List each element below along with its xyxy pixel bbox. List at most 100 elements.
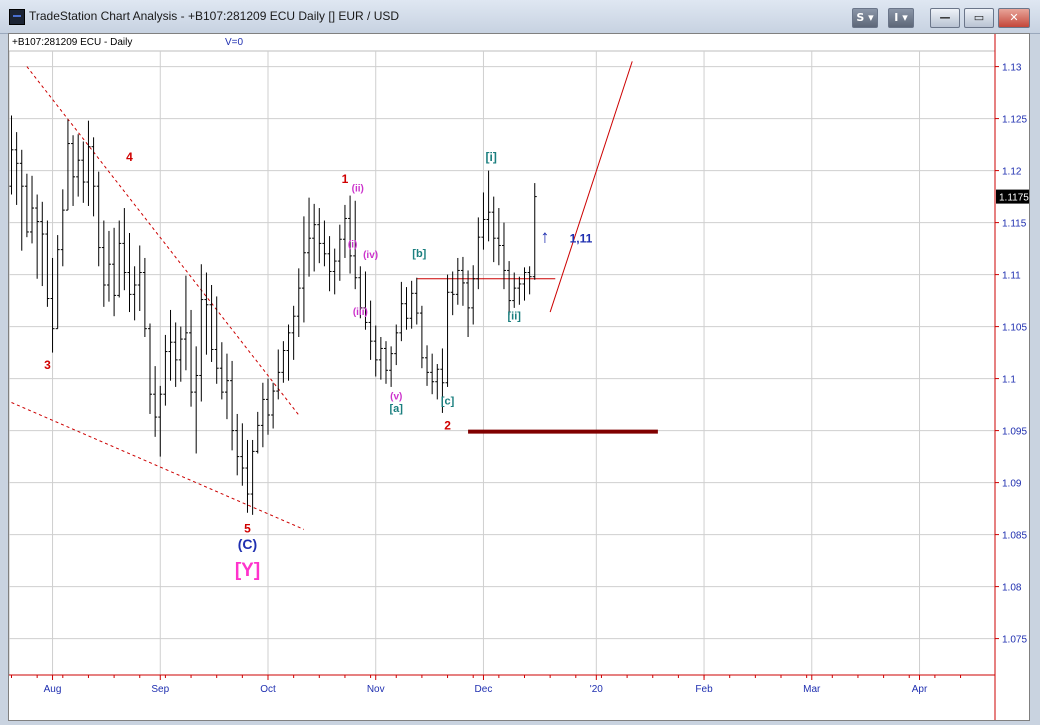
ohlc-bar [363, 271, 368, 330]
y-tick-label: 1.095 [1002, 427, 1027, 438]
ohlc-bar [425, 345, 430, 386]
ohlc-bar [507, 261, 512, 316]
title-bar: TradeStation Chart Analysis - +B107:2812… [0, 0, 1040, 34]
symbol-button[interactable]: S ▾ [852, 8, 878, 28]
restore-button[interactable]: ▭ [964, 8, 994, 28]
minimize-button[interactable]: — [930, 8, 960, 28]
ohlc-bar [50, 257, 55, 353]
ohlc-bar [301, 216, 306, 323]
ohlc-bar [271, 382, 276, 429]
ohlc-bar [163, 334, 168, 406]
ohlc-bar [260, 382, 265, 448]
ohlc-bar [86, 120, 91, 206]
y-tick-label: 1.11 [1002, 271, 1021, 282]
ohlc-bar [342, 204, 347, 258]
indicator-button-label: I [894, 11, 899, 24]
x-tick-label: Mar [803, 684, 821, 695]
x-tick-label: Dec [475, 684, 493, 695]
ohlc-bar [491, 196, 496, 263]
ohlc-bar [117, 220, 122, 298]
y-tick-label: 1.115 [1002, 219, 1027, 230]
y-tick-label: 1.085 [1002, 531, 1027, 542]
ohlc-bar [245, 439, 250, 513]
ohlc-bar [35, 194, 40, 279]
x-tick-label: Aug [44, 684, 62, 695]
ohlc-bar [322, 220, 327, 267]
ohlc-bar [527, 266, 532, 295]
ohlc-bar [122, 208, 127, 291]
wave-label: ↑ [541, 226, 550, 246]
wave-label: (i) [348, 240, 357, 251]
ohlc-bar [127, 233, 132, 313]
last-price-label: 1.1175 [999, 193, 1029, 204]
y-tick-label: 1.08 [1002, 583, 1022, 594]
ohlc-bar [40, 201, 45, 287]
wave-label: 4 [126, 150, 133, 164]
indicator-button[interactable]: I ▾ [888, 8, 914, 28]
ohlc-bar [481, 192, 486, 250]
ohlc-bar [435, 364, 440, 400]
wave-label: [c] [441, 396, 455, 408]
ohlc-bar [512, 272, 517, 308]
ohlc-bar [158, 385, 163, 457]
ohlc-bar [337, 224, 342, 281]
ohlc-bar [250, 439, 255, 515]
chart-symbol-label: +B107:281209 ECU - Daily [12, 37, 132, 48]
ohlc-bar [230, 360, 235, 451]
wave-label: (iii) [353, 307, 368, 318]
ohlc-bar [30, 175, 35, 244]
ohlc-bar [373, 325, 378, 377]
ohlc-bar [214, 296, 219, 384]
app-icon [9, 9, 25, 25]
y-tick-label: 1.125 [1002, 115, 1027, 126]
ohlc-bar [81, 141, 86, 203]
x-tick-label: Apr [912, 684, 928, 695]
wave-label: [a] [390, 403, 404, 415]
wave-label: (C) [238, 536, 257, 552]
ohlc-bar [307, 197, 312, 277]
ohlc-bar [65, 119, 70, 211]
ohlc-bar [153, 366, 158, 437]
x-tick-label: Sep [151, 684, 169, 695]
ohlc-bar [148, 323, 153, 414]
ohlc-bar [276, 349, 281, 400]
ohlc-bar [383, 341, 388, 384]
ohlc-bar [455, 257, 460, 305]
ohlc-bar [532, 183, 537, 280]
ohlc-bar [445, 274, 450, 387]
ohlc-bar [76, 134, 81, 197]
ohlc-bar [45, 220, 50, 307]
wave-label: (ii) [352, 183, 364, 194]
ohlc-bar [378, 337, 383, 380]
ohlc-bar [419, 305, 424, 369]
ohlc-bar [219, 342, 224, 400]
ohlc-bar [460, 256, 465, 306]
ohlc-bar [142, 257, 147, 337]
price-chart: +B107:281209 ECU - Daily V=0 1.131.1251.… [9, 34, 1029, 720]
wave-label: [Y] [235, 560, 260, 581]
ohlc-bar [496, 208, 501, 266]
x-tick-label: Nov [367, 684, 385, 695]
ohlc-bar [101, 220, 106, 307]
ohlc-bar [522, 267, 527, 301]
wave-label: 3 [44, 358, 51, 372]
wave-label: [i] [485, 150, 496, 164]
ohlc-bar [312, 203, 317, 272]
wave-label: 1,11 [570, 231, 593, 245]
ohlc-bar [399, 281, 404, 342]
ohlc-bar [194, 346, 199, 454]
wave-label: 2 [444, 419, 451, 433]
trend-line [11, 402, 305, 530]
ohlc-bar [91, 137, 96, 217]
ohlc-bar [368, 300, 373, 360]
wave-label: 1 [342, 172, 349, 186]
ohlc-bar [450, 271, 455, 316]
ohlc-bar [281, 341, 286, 383]
ohlc-bar [168, 309, 173, 381]
ohlc-bar [106, 230, 111, 302]
ohlc-bar [183, 275, 188, 371]
symbol-button-label: S [856, 11, 865, 24]
ohlc-bar [430, 353, 435, 395]
close-button[interactable]: ✕ [998, 8, 1030, 28]
ohlc-bar [19, 149, 24, 251]
